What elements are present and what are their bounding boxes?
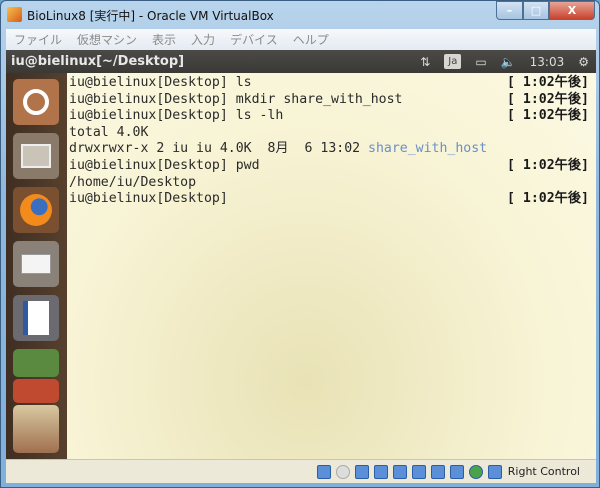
prompt-time: [ 1:02午後] [507,191,589,207]
shared-folder-icon[interactable] [392,464,407,479]
close-button[interactable]: X [549,1,595,20]
prompt-time: [ 1:02午後] [507,157,589,173]
virtualbox-window: BioLinux8 [実行中] - Oracle VM VirtualBox –… [0,0,600,488]
terminal-line: total 4.0K [69,125,589,142]
vt-x-icon[interactable] [449,464,464,479]
files-icon[interactable] [13,133,59,179]
terminal-text: iu@bielinux[Desktop] [69,191,228,208]
ubuntu-top-panel: iu@bielinux[~/Desktop] ⇅ Ja ▭ 🔈 13:03 ⚙ [6,50,596,73]
maximize-button[interactable]: □ [523,1,549,20]
terminal-text: /home/iu/Desktop [69,175,196,192]
impress-icon[interactable] [13,379,59,403]
mouse-integration-icon[interactable] [468,464,483,479]
gear-icon[interactable]: ⚙ [578,55,589,69]
battery-icon[interactable]: ▭ [475,55,486,69]
more-apps-icon[interactable] [13,405,59,453]
command-text: iu@bielinux[Desktop] mkdir share_with_ho… [69,91,403,107]
terminal-line: iu@bielinux[Desktop] [ 1:02午後] [69,191,589,208]
volume-icon[interactable]: 🔈 [501,55,516,69]
terminal-line: iu@bielinux[Desktop] mkdir share_with_ho… [69,92,589,109]
firefox-icon[interactable] [13,187,59,233]
calc-icon[interactable] [13,349,59,377]
terminal-text: drwxrwxr-x 2 iu iu 4.0K 8月 6 13:02 share… [69,141,487,158]
menu-machine[interactable]: 仮想マシン [77,31,137,48]
display-icon[interactable] [411,464,426,479]
terminal-line: iu@bielinux[Desktop] ls [ 1:02午後] [69,75,589,92]
status-bar: Right Control [6,459,596,483]
network-adapter-icon[interactable] [354,464,369,479]
command-text: iu@bielinux[Desktop] ls [69,75,252,90]
terminal-line: /home/iu/Desktop [69,175,589,192]
terminal-line: iu@bielinux[Desktop] ls -lh [ 1:02午後] [69,108,589,125]
command-text: iu@bielinux[Desktop] ls -lh [69,108,284,124]
clock[interactable]: 13:03 [530,55,565,69]
command-text: iu@bielinux[Desktop] pwd [69,157,260,173]
terminal-text: total 4.0K [69,125,148,142]
host-key-icon[interactable] [487,464,502,479]
menu-file[interactable]: ファイル [14,31,62,48]
terminal-output[interactable]: iu@bielinux[Desktop] ls[ 1:02午後] iu@bieli… [69,75,589,208]
virtualbox-icon [7,7,22,22]
menu-view[interactable]: 表示 [152,31,176,48]
mail-icon[interactable] [13,241,59,287]
host-key-label: Right Control [507,465,580,478]
writer-icon[interactable] [13,295,59,341]
menu-bar: ファイル 仮想マシン 表示 入力 デバイス ヘルプ [6,29,596,50]
optical-drive-icon[interactable] [335,464,350,479]
window-title: BioLinux8 [実行中] - Oracle VM VirtualBox [27,9,274,23]
terminal-desktop[interactable]: iu@bielinux[Desktop] ls[ 1:02午後] iu@bieli… [67,73,596,459]
unity-launcher [6,73,67,459]
ubuntu-dash-icon[interactable] [13,79,59,125]
usb-icon[interactable] [373,464,388,479]
title-bar: BioLinux8 [実行中] - Oracle VM VirtualBox –… [1,1,600,29]
terminal-text: iu@bielinux[Desktop] pwd [69,158,260,175]
prompt-time: [ 1:02午後] [507,108,589,124]
command-text: drwxrwxr-x 2 iu iu 4.0K 8月 6 13:02 [69,141,369,157]
minimize-button[interactable]: – [496,1,523,20]
terminal-line: drwxrwxr-x 2 iu iu 4.0K 8月 6 13:02 share… [69,141,589,158]
panel-window-title: iu@bielinux[~/Desktop] [11,54,185,69]
command-text: total 4.0K [69,124,149,140]
terminal-text: iu@bielinux[Desktop] ls [69,75,252,92]
command-text: iu@bielinux[Desktop] [69,191,228,207]
menu-devices[interactable]: デバイス [230,31,278,48]
prompt-time: [ 1:02午後] [507,91,589,107]
prompt-time: [ 1:02午後] [507,75,589,90]
command-text: /home/iu/Desktop [69,174,197,190]
terminal-text: iu@bielinux[Desktop] ls -lh [69,108,283,125]
network-icon[interactable]: ⇅ [420,55,430,69]
menu-input[interactable]: 入力 [191,31,215,48]
harddisk-icon[interactable] [316,464,331,479]
keyboard-indicator[interactable]: Ja [444,54,462,69]
video-capture-icon[interactable] [430,464,445,479]
terminal-line: iu@bielinux[Desktop] pwd [ 1:02午後] [69,158,589,175]
directory-name: share_with_host [368,141,488,157]
menu-help[interactable]: ヘルプ [293,31,329,48]
terminal-text: iu@bielinux[Desktop] mkdir share_with_ho… [69,92,402,109]
